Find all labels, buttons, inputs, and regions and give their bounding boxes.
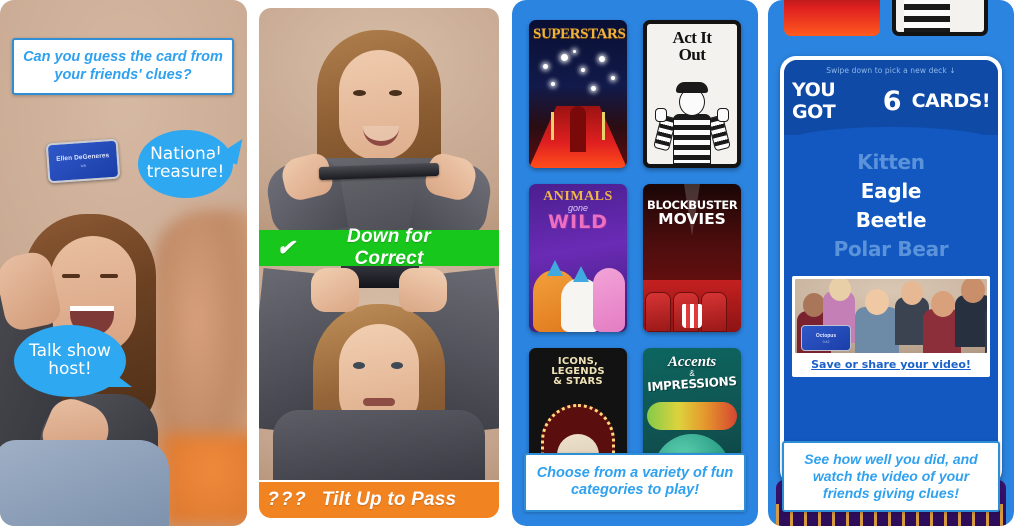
deck-title-act-it-out: Act It Out — [647, 24, 737, 63]
deck-card-superstars[interactable]: SUPERSTARS — [529, 20, 627, 168]
deck-card-act-it-out[interactable]: Act It Out — [643, 20, 741, 168]
rope-post-right — [602, 112, 605, 140]
deck-card-blockbuster-movies[interactable]: BLOCKBUSTER MOVIES — [643, 184, 741, 332]
player3-hand-right — [399, 268, 447, 312]
player-eye-right — [100, 274, 118, 278]
party-hat-icon — [573, 266, 589, 282]
mime-illustration — [653, 82, 731, 164]
player3-eye-left — [353, 362, 365, 369]
header-wave-divider — [784, 127, 998, 143]
cinema-seat — [701, 292, 727, 332]
player2-eye-left — [353, 90, 366, 96]
gallery-panel-tilt-controls[interactable]: ✔ Down for Correct ? ? ? Tilt Up to Pass — [256, 0, 502, 526]
mime-beret — [676, 82, 708, 93]
mime-striped-shirt — [673, 114, 711, 164]
results-word-list: Kitten Eagle Beetle Polar Bear — [784, 135, 998, 274]
deck-title-icons-legends-stars: ICONS, LEGENDS & STARS — [529, 348, 627, 387]
result-word: Eagle — [860, 179, 922, 203]
photo-correct-gesture — [259, 8, 499, 230]
deck-title-line1: ANIMALS — [543, 189, 613, 204]
rope-post-left — [551, 112, 554, 140]
player3-torso — [273, 410, 485, 480]
results-header: Swipe down to pick a new deck ↓ YOU GOT … — [784, 60, 998, 143]
gallery-panel-results[interactable]: Swipe down to pick a new deck ↓ YOU GOT … — [768, 0, 1014, 526]
player3-mouth — [363, 398, 395, 406]
result-word: Polar Bear — [833, 237, 949, 261]
friend-head — [803, 293, 825, 317]
speech-bubbles-decoration — [647, 402, 737, 430]
gallery-panel-deck-categories[interactable]: SUPERSTARS Act It Out ANIMALS gone WILD … — [512, 0, 758, 526]
check-icon: ✔ — [276, 235, 296, 260]
panel3-caption: Choose from a variety of fun categories … — [524, 452, 746, 512]
player3-hand-left — [311, 268, 359, 312]
deck-title-line2: MOVIES — [658, 209, 726, 228]
result-word: Beetle — [855, 208, 927, 232]
deck-title-line2: Out — [678, 45, 706, 64]
forehead-game-card: Ellen DeGeneres tvh — [45, 138, 121, 184]
friend-head — [865, 289, 889, 315]
mime-stripes — [904, 0, 950, 32]
deck-title-line2: & STARS — [553, 376, 603, 387]
friend-head — [931, 291, 955, 317]
deck-title-line1: Accents — [667, 354, 717, 370]
status-bar-down-for-correct: ✔ Down for Correct — [259, 226, 499, 269]
video-card-name: Octopus — [815, 332, 837, 339]
celebrity-silhouette — [570, 106, 586, 152]
deck-title-accents-impressions: Accents & IMPRESSIONS — [643, 348, 741, 395]
popcorn-icon — [682, 304, 702, 328]
deck-title-animals-gone-wild: ANIMALS gone WILD — [529, 184, 627, 232]
speech-bubble-national-treasure: National treasure! — [138, 130, 243, 198]
swipe-hint-text: Swipe down to pick a new deck ↓ — [826, 66, 956, 75]
status-label-correct: Down for Correct — [347, 226, 431, 269]
game-card-subtitle: tvh — [80, 162, 87, 169]
gallery-panel-guess-the-card[interactable]: Ellen DeGeneres tvh National treasure! T… — [0, 0, 247, 526]
mime-hand-right — [717, 108, 729, 122]
deck-title-line1: ICONS, LEGENDS — [551, 356, 605, 377]
flamingo-illustration — [593, 268, 625, 332]
score-row: YOU GOT 6 CARDS! — [792, 79, 991, 123]
friend-head — [901, 281, 923, 305]
result-word: Kitten — [857, 150, 925, 174]
video-card-subtitle: 0:42 — [822, 339, 830, 344]
friend-body — [985, 305, 987, 353]
player3-eye-right — [391, 362, 403, 369]
peek-deck-row — [784, 0, 988, 36]
player-eye-left — [62, 274, 80, 278]
panel1-caption: Can you guess the card from your friends… — [12, 38, 234, 96]
video-thumbnail: Octopus 0:42 — [795, 279, 987, 353]
cinema-seats — [643, 280, 741, 332]
question-marks-icon: ? ? ? — [267, 489, 305, 510]
status-label-pass: Tilt Up to Pass — [321, 489, 457, 510]
phone-mockup: Swipe down to pick a new deck ↓ YOU GOT … — [780, 56, 1002, 486]
deck-title-blockbuster-movies: BLOCKBUSTER MOVIES — [643, 184, 741, 227]
peek-card-act-it-out — [892, 0, 988, 36]
status-bar-tilt-up-to-pass: ? ? ? Tilt Up to Pass — [259, 482, 499, 518]
player2-eye-right — [389, 90, 402, 96]
mime-hand-left — [655, 108, 667, 122]
party-hat-icon — [547, 260, 563, 276]
player-jeans — [0, 440, 169, 526]
video-preview-box[interactable]: Octopus 0:42 Save or share your video! — [792, 276, 990, 377]
deck-title-superstars: SUPERSTARS — [533, 26, 626, 42]
score-prefix: YOU GOT — [792, 79, 836, 123]
video-overlay-card: Octopus 0:42 — [801, 325, 851, 351]
speech-bubble-tail — [108, 369, 132, 387]
deck-title-line3: WILD — [548, 211, 608, 233]
save-or-share-video-link[interactable]: Save or share your video! — [795, 353, 987, 373]
deck-card-animals-gone-wild[interactable]: ANIMALS gone WILD — [529, 184, 627, 332]
game-card-name: Ellen DeGeneres — [55, 152, 110, 163]
deck-grid: SUPERSTARS Act It Out ANIMALS gone WILD … — [529, 20, 741, 496]
score-number: 6 — [882, 85, 902, 117]
photo-pass-gesture — [259, 266, 499, 480]
speech-bubble-talk-show-host: Talk show host! — [14, 325, 132, 397]
score-suffix: CARDS! — [911, 90, 991, 112]
panel4-caption: See how well you did, and watch the vide… — [782, 440, 1000, 512]
screenshot-gallery: Ellen DeGeneres tvh National treasure! T… — [0, 0, 1024, 526]
speech-bubble-tail — [211, 133, 243, 165]
peek-card-superstars — [784, 0, 880, 36]
cinema-seat — [645, 292, 671, 332]
results-screen: Swipe down to pick a new deck ↓ YOU GOT … — [784, 60, 998, 482]
